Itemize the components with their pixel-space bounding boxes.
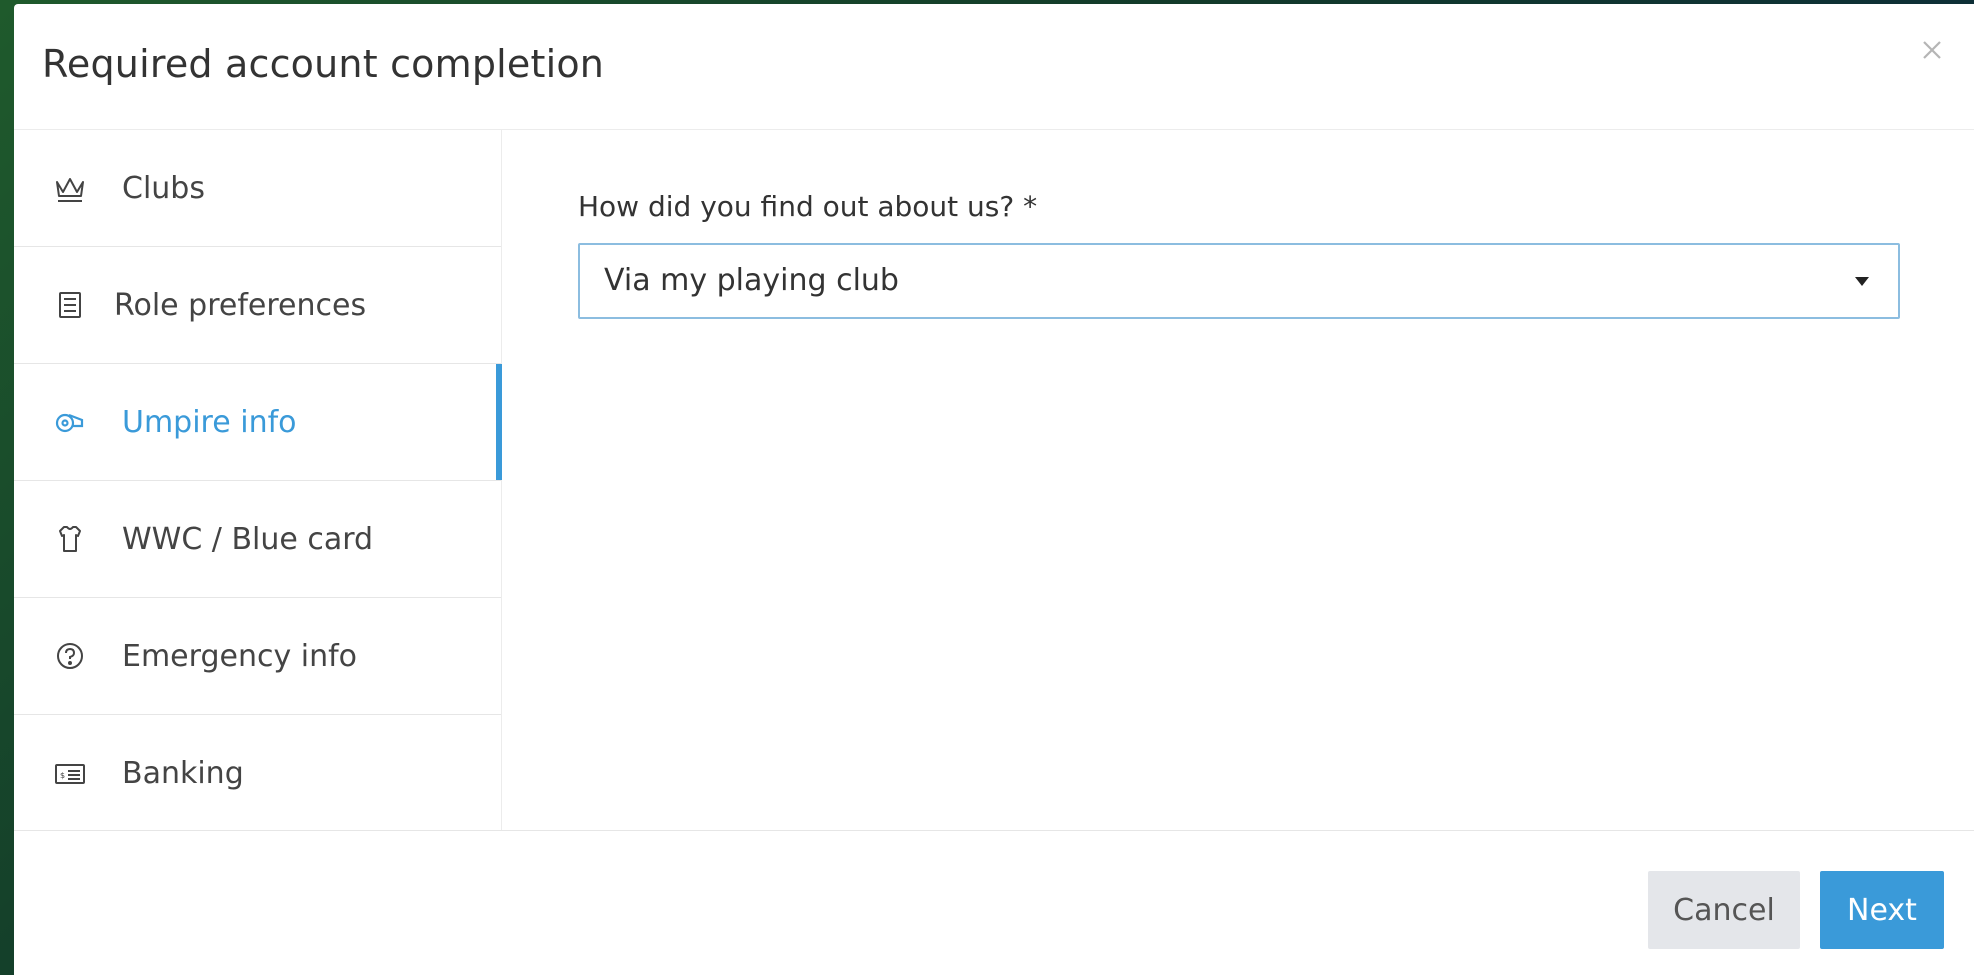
- caret-down-icon: [1852, 271, 1872, 291]
- referral-source-select[interactable]: Via my playing club: [578, 243, 1900, 319]
- sidebar-item-label: Banking: [122, 756, 244, 791]
- question-circle-icon: [52, 638, 88, 674]
- sidebar-item-banking[interactable]: $ Banking: [14, 715, 501, 832]
- next-button[interactable]: Next: [1820, 871, 1944, 949]
- sidebar-item-umpire-info[interactable]: Umpire info: [14, 364, 502, 481]
- sidebar-item-label: WWC / Blue card: [122, 521, 374, 557]
- sidebar-item-label: Clubs: [122, 170, 205, 206]
- form-content: How did you find out about us? * Via my …: [502, 130, 1974, 830]
- account-completion-dialog: Required account completion Clubs Role p…: [14, 4, 1974, 975]
- close-icon: [1923, 41, 1941, 59]
- shirt-icon: [52, 521, 88, 557]
- dialog-header: Required account completion: [14, 4, 1974, 130]
- referral-source-label: How did you find out about us? *: [578, 190, 1038, 223]
- dialog-title: Required account completion: [42, 42, 605, 86]
- sidebar-item-label: Umpire info: [122, 404, 297, 440]
- sidebar-item-clubs[interactable]: Clubs: [14, 130, 501, 247]
- close-button[interactable]: [1914, 32, 1950, 68]
- sidebar-item-label: Role preferences: [114, 287, 367, 323]
- sidebar-nav: Clubs Role preferences Umpire info WWC /…: [14, 130, 502, 830]
- money-card-icon: $: [52, 756, 88, 792]
- dialog-footer: Cancel Next: [14, 830, 1974, 975]
- sidebar-item-role-preferences[interactable]: Role preferences: [14, 247, 501, 364]
- sidebar-item-label: Emergency info: [122, 638, 358, 674]
- cancel-button[interactable]: Cancel: [1648, 871, 1800, 949]
- crown-icon: [52, 170, 88, 206]
- select-value: Via my playing club: [604, 263, 899, 298]
- sidebar-item-emergency-info[interactable]: Emergency info: [14, 598, 501, 715]
- list-icon: [52, 287, 88, 323]
- whistle-icon: [52, 404, 88, 440]
- svg-text:$: $: [60, 771, 65, 780]
- sidebar-item-wwc-blue-card[interactable]: WWC / Blue card: [14, 481, 501, 598]
